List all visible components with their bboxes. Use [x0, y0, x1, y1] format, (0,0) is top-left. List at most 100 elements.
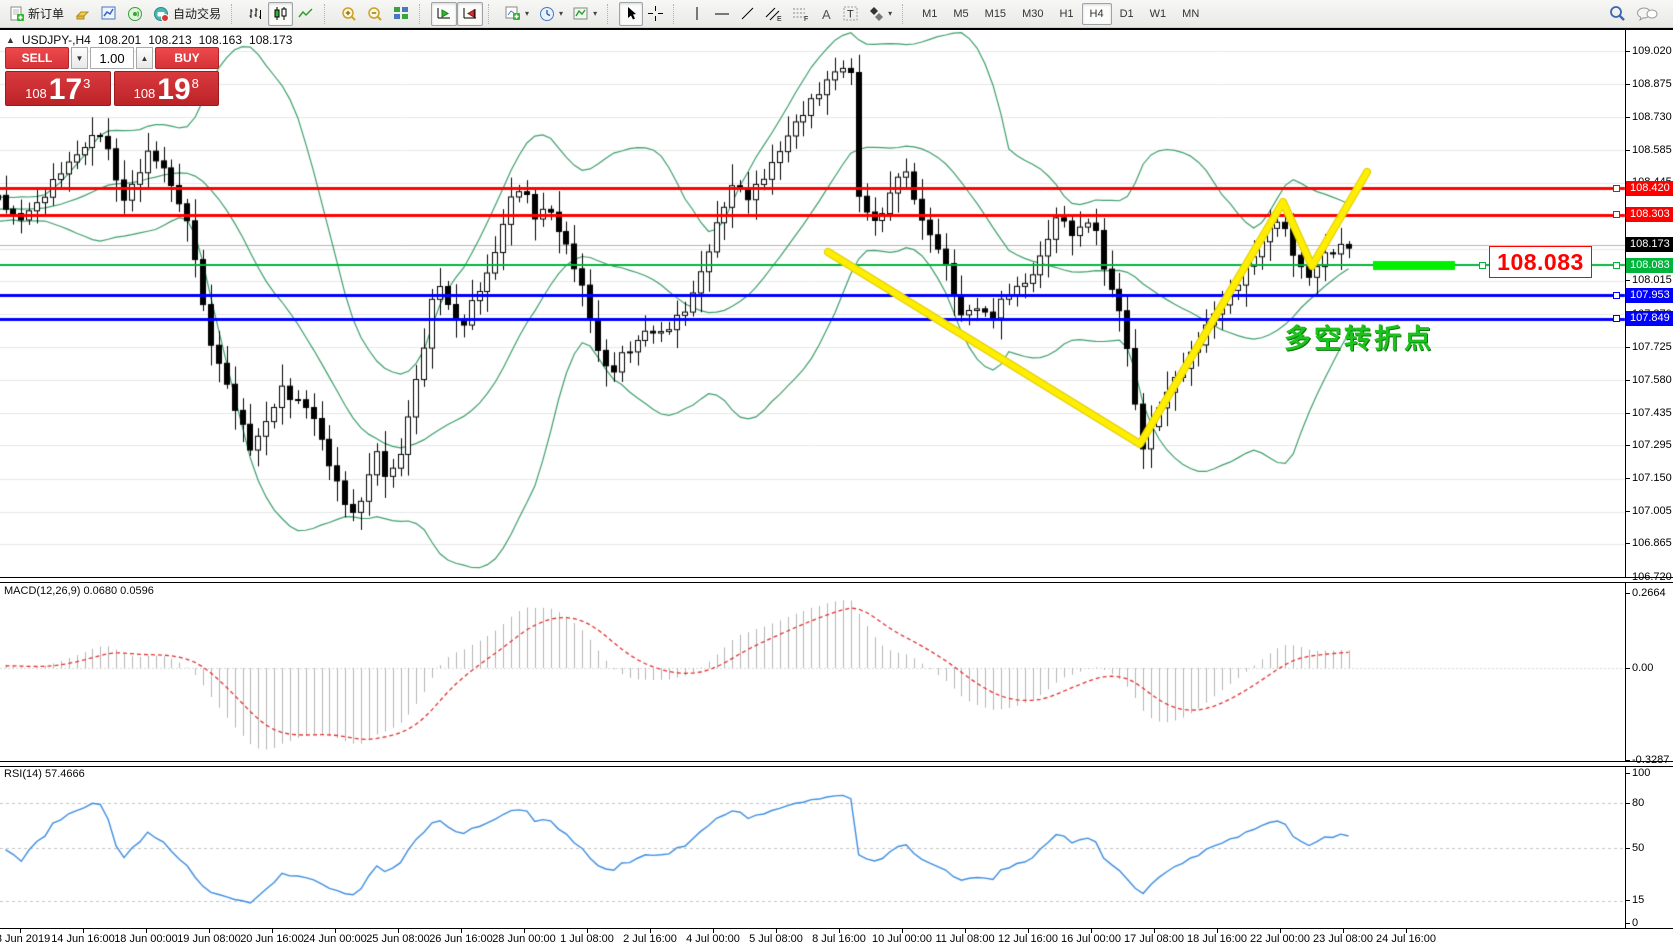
volume-up-button[interactable]: ▲	[136, 47, 153, 69]
text-label-button[interactable]: T	[838, 2, 864, 26]
price-tick-label: 107.005	[1632, 505, 1672, 518]
toolbar-separator	[324, 4, 332, 24]
periods-button[interactable]: ▾	[534, 2, 568, 26]
time-axis-label: 25 Jun 08:00	[366, 933, 430, 945]
cursor-button[interactable]	[619, 2, 643, 26]
indicators-button[interactable]: ▾	[500, 2, 534, 26]
dropdown-caret-icon: ▾	[888, 9, 892, 18]
svg-text:A: A	[822, 7, 831, 21]
crosshair-button[interactable]	[643, 2, 668, 26]
turning-point-note[interactable]: 多空转折点	[1284, 317, 1434, 356]
pane-divider[interactable]	[0, 577, 1673, 583]
line-chart-button[interactable]	[293, 2, 319, 26]
time-axis-label: 11 Jul 08:00	[935, 933, 994, 945]
macd-tick-label: 0.00	[1632, 662, 1653, 675]
chart-shift-button[interactable]	[457, 2, 483, 26]
line-endpoint-marker[interactable]	[1613, 262, 1620, 269]
auto-trading-button[interactable]: 自动交易	[148, 2, 226, 26]
buy-button[interactable]: BUY	[155, 47, 219, 69]
price-tick-label: 106.720	[1632, 571, 1672, 584]
equidistant-channel-button[interactable]: E	[760, 2, 787, 26]
chart-canvas[interactable]	[0, 0, 1673, 950]
line-endpoint-marker[interactable]	[1613, 211, 1620, 218]
price-tick-mark	[1625, 478, 1630, 479]
mt4-terminal: { "toolbar": { "new_order_label": "新订单",…	[0, 0, 1673, 950]
horizontal-line-button[interactable]	[709, 2, 735, 26]
line-endpoint-marker[interactable]	[1479, 262, 1486, 269]
sell-price-display[interactable]: 108 17 3	[5, 71, 111, 106]
tile-windows-icon	[393, 6, 409, 21]
zoom-in-icon	[341, 6, 357, 22]
volume-input[interactable]: 1.00	[90, 47, 134, 69]
trendline-button[interactable]	[735, 2, 760, 26]
price-tick-mark	[1625, 413, 1630, 414]
history-center-button[interactable]	[69, 2, 96, 26]
zoom-out-button[interactable]	[362, 2, 388, 26]
macd-tick-label: -0.3287	[1632, 754, 1669, 767]
timeframe-d1-button[interactable]: D1	[1112, 3, 1142, 25]
timeframe-h4-button[interactable]: H4	[1082, 3, 1112, 25]
high-value: 108.213	[148, 33, 191, 47]
timeframe-w1-button[interactable]: W1	[1142, 3, 1175, 25]
volume-down-button[interactable]: ▼	[71, 47, 88, 69]
pane-divider[interactable]	[0, 761, 1673, 767]
price-tick-mark	[1625, 51, 1630, 52]
templates-button[interactable]: ▾	[568, 2, 602, 26]
time-axis-label: 19 Jun 08:00	[177, 933, 241, 945]
time-axis-label: 13 Jun 2019	[0, 933, 50, 945]
time-axis-label: 18 Jul 16:00	[1187, 933, 1247, 945]
chat-button[interactable]	[1631, 2, 1663, 26]
macd-pane-label: MACD(12,26,9) 0.0680 0.0596	[4, 585, 154, 597]
text-button[interactable]: A	[814, 2, 838, 26]
price-tick-label: 109.020	[1632, 45, 1672, 58]
tile-windows-button[interactable]	[388, 2, 414, 26]
current-price-tag: 108.173	[1626, 237, 1673, 252]
price-tick-label: 108.585	[1632, 144, 1672, 157]
timeframe-mn-button[interactable]: MN	[1174, 3, 1207, 25]
timeframe-m5-button[interactable]: M5	[945, 3, 976, 25]
timeframe-m15-button[interactable]: M15	[977, 3, 1014, 25]
new-order-button[interactable]: 新订单	[4, 2, 69, 26]
sell-button[interactable]: SELL	[5, 47, 69, 69]
bar-chart-button[interactable]	[243, 2, 268, 26]
line-endpoint-marker[interactable]	[1613, 185, 1620, 192]
rsi-tick-label: 0	[1632, 917, 1638, 930]
time-axis-label: 10 Jul 00:00	[872, 933, 932, 945]
open-value: 108.201	[98, 33, 141, 47]
line-endpoint-marker[interactable]	[1613, 292, 1620, 299]
price-line-tag: 108.303	[1626, 207, 1673, 222]
fibonacci-button[interactable]: F	[787, 2, 814, 26]
price-tick-label: 107.580	[1632, 374, 1672, 387]
timeframe-h1-button[interactable]: H1	[1051, 3, 1081, 25]
chart-window-icon	[101, 6, 117, 21]
chart-top-border	[0, 28, 1673, 30]
shapes-button[interactable]: ▾	[864, 2, 897, 26]
price-callout-label[interactable]: 108.083	[1489, 246, 1592, 278]
collapse-panel-icon[interactable]: ▲	[6, 35, 15, 45]
rsi-tick-label: 50	[1632, 842, 1644, 855]
signals-button[interactable]	[122, 2, 148, 26]
gold-icon	[74, 6, 91, 21]
line-endpoint-marker[interactable]	[1613, 315, 1620, 322]
timeframe-m30-button[interactable]: M30	[1014, 3, 1051, 25]
vertical-line-button[interactable]	[685, 2, 709, 26]
timeframe-m1-button[interactable]: M1	[914, 3, 945, 25]
rsi-tick-mark	[1625, 773, 1630, 774]
time-axis-label: 26 Jun 16:00	[429, 933, 493, 945]
zoom-in-button[interactable]	[336, 2, 362, 26]
rsi-tick-label: 15	[1632, 894, 1644, 907]
search-icon	[1609, 5, 1626, 22]
price-tick-label: 107.150	[1632, 472, 1672, 485]
search-button[interactable]	[1604, 2, 1631, 26]
market-window-button[interactable]	[96, 2, 122, 26]
time-axis-label: 22 Jul 00:00	[1250, 933, 1310, 945]
channel-icon: E	[765, 6, 782, 22]
buy-price-display[interactable]: 108 19 8	[114, 71, 220, 106]
svg-text:F: F	[804, 16, 808, 22]
candlestick-chart-button[interactable]	[268, 2, 293, 26]
macd-tick-mark	[1625, 760, 1630, 761]
price-tick-label: 107.725	[1632, 341, 1672, 354]
time-axis-label: 17 Jul 08:00	[1124, 933, 1184, 945]
auto-scroll-button[interactable]	[431, 2, 457, 26]
price-tick-mark	[1625, 577, 1630, 578]
